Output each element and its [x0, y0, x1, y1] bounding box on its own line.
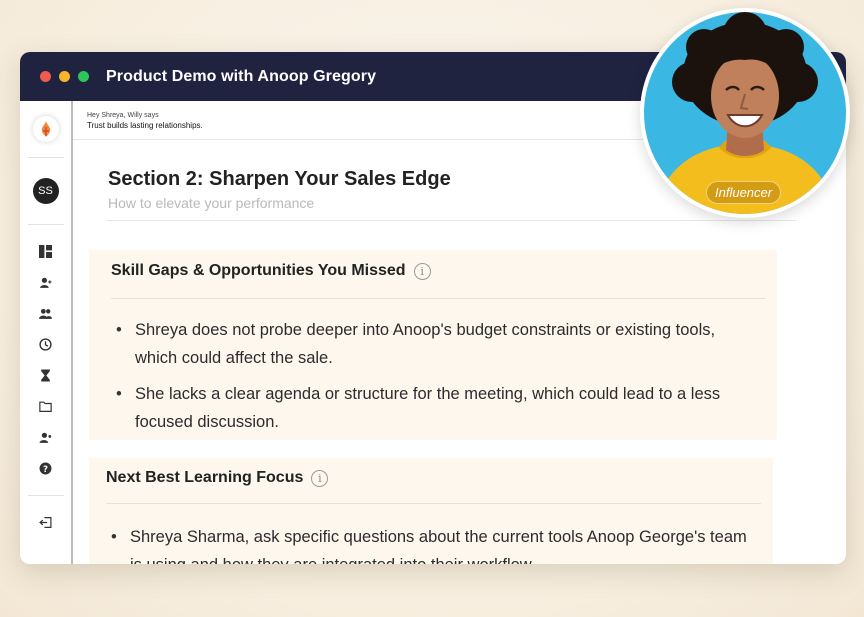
group-icon[interactable] [39, 306, 53, 320]
card-heading: Next Best Learning Focus i [106, 469, 329, 487]
sidebar-divider [27, 157, 64, 158]
person-settings-icon[interactable] [39, 430, 53, 444]
clock-icon[interactable] [39, 337, 53, 351]
card-title: Skill Gaps & Opportunities You Missed [111, 262, 406, 279]
folder-icon[interactable] [39, 399, 53, 413]
app-logo[interactable] [32, 116, 59, 142]
card-heading: Skill Gaps & Opportunities You Missed i [111, 262, 431, 280]
sidebar-divider [27, 224, 64, 225]
info-icon[interactable]: i [311, 469, 329, 487]
skill-gaps-card: Skill Gaps & Opportunities You Missed i … [89, 250, 777, 440]
svg-text:?: ? [43, 464, 48, 474]
card-divider [106, 503, 761, 504]
dashboard-icon[interactable] [39, 244, 53, 258]
sidebar-divider [27, 495, 64, 496]
window-title: Product Demo with Anoop Gregory [106, 67, 377, 85]
logout-icon[interactable] [39, 515, 53, 529]
hourglass-icon[interactable] [39, 368, 53, 382]
card-divider [111, 298, 765, 299]
list-item: Shreya does not probe deeper into Anoop'… [116, 316, 756, 372]
learning-focus-card: Next Best Learning Focus i Shreya Sharma… [89, 458, 773, 564]
card-title: Next Best Learning Focus [106, 469, 304, 486]
info-icon[interactable]: i [413, 262, 431, 280]
influencer-badge: Influencer [706, 181, 782, 204]
section-divider [106, 220, 796, 221]
flame-logo-icon [41, 121, 50, 137]
learning-focus-list: Shreya Sharma, ask specific questions ab… [111, 523, 751, 564]
maximize-window-button[interactable] [78, 71, 89, 82]
minimize-window-button[interactable] [59, 71, 70, 82]
add-person-icon[interactable] [39, 275, 53, 289]
skill-gaps-list: Shreya does not probe deeper into Anoop'… [116, 316, 756, 444]
user-avatar[interactable]: SS [32, 178, 59, 204]
list-item: She lacks a clear agenda or structure fo… [116, 380, 756, 436]
close-window-button[interactable] [40, 71, 51, 82]
list-item: Shreya Sharma, ask specific questions ab… [111, 523, 751, 564]
help-icon[interactable]: ? [39, 461, 53, 475]
sidebar: SS ? [20, 101, 73, 564]
